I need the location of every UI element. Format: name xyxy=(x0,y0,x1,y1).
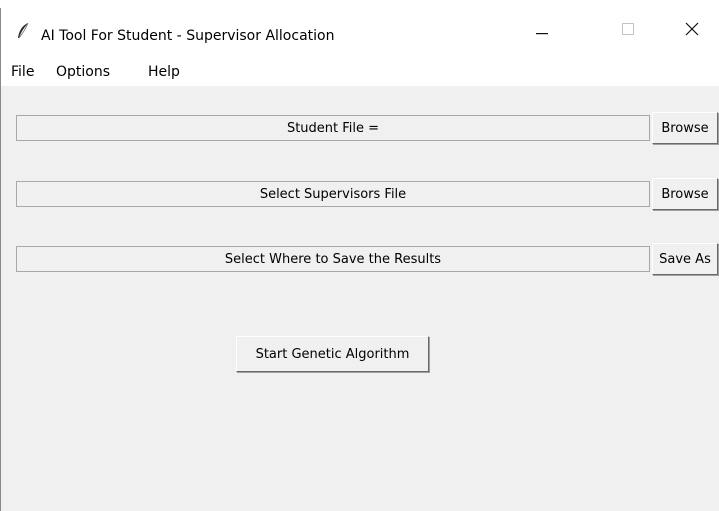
supervisors-file-label: Select Supervisors File xyxy=(259,186,407,202)
browse-supervisors-button[interactable]: Browse xyxy=(652,178,718,210)
menu-help[interactable]: Help xyxy=(148,64,180,80)
menu-bar: File Options Help xyxy=(1,54,719,86)
student-file-label: Student File = xyxy=(286,120,380,136)
menu-file[interactable]: File xyxy=(11,64,34,80)
window-title: AI Tool For Student - Supervisor Allocat… xyxy=(41,28,335,44)
save-as-label: Save As xyxy=(659,251,711,267)
title-bar[interactable]: AI Tool For Student - Supervisor Allocat… xyxy=(1,8,719,54)
app-window: AI Tool For Student - Supervisor Allocat… xyxy=(0,8,719,511)
start-genetic-algorithm-label: Start Genetic Algorithm xyxy=(255,346,410,362)
minimize-icon xyxy=(536,24,548,39)
browse-student-button[interactable]: Browse xyxy=(652,112,718,144)
maximize-icon xyxy=(622,23,634,39)
feather-icon xyxy=(15,22,31,40)
maximize-button[interactable] xyxy=(605,8,651,54)
student-file-field[interactable]: Student File = xyxy=(16,115,650,141)
minimize-button[interactable] xyxy=(519,8,565,54)
save-results-label: Select Where to Save the Results xyxy=(224,251,442,267)
menu-options[interactable]: Options xyxy=(56,64,110,80)
close-button[interactable] xyxy=(669,8,715,54)
client-area: Student File = Browse Select Supervisors… xyxy=(1,86,719,511)
save-as-button[interactable]: Save As xyxy=(652,243,718,275)
close-icon xyxy=(685,22,699,40)
browse-supervisors-label: Browse xyxy=(661,186,709,202)
save-results-field[interactable]: Select Where to Save the Results xyxy=(16,246,650,272)
browse-student-label: Browse xyxy=(661,120,709,136)
start-genetic-algorithm-button[interactable]: Start Genetic Algorithm xyxy=(236,336,429,372)
supervisors-file-field[interactable]: Select Supervisors File xyxy=(16,181,650,207)
